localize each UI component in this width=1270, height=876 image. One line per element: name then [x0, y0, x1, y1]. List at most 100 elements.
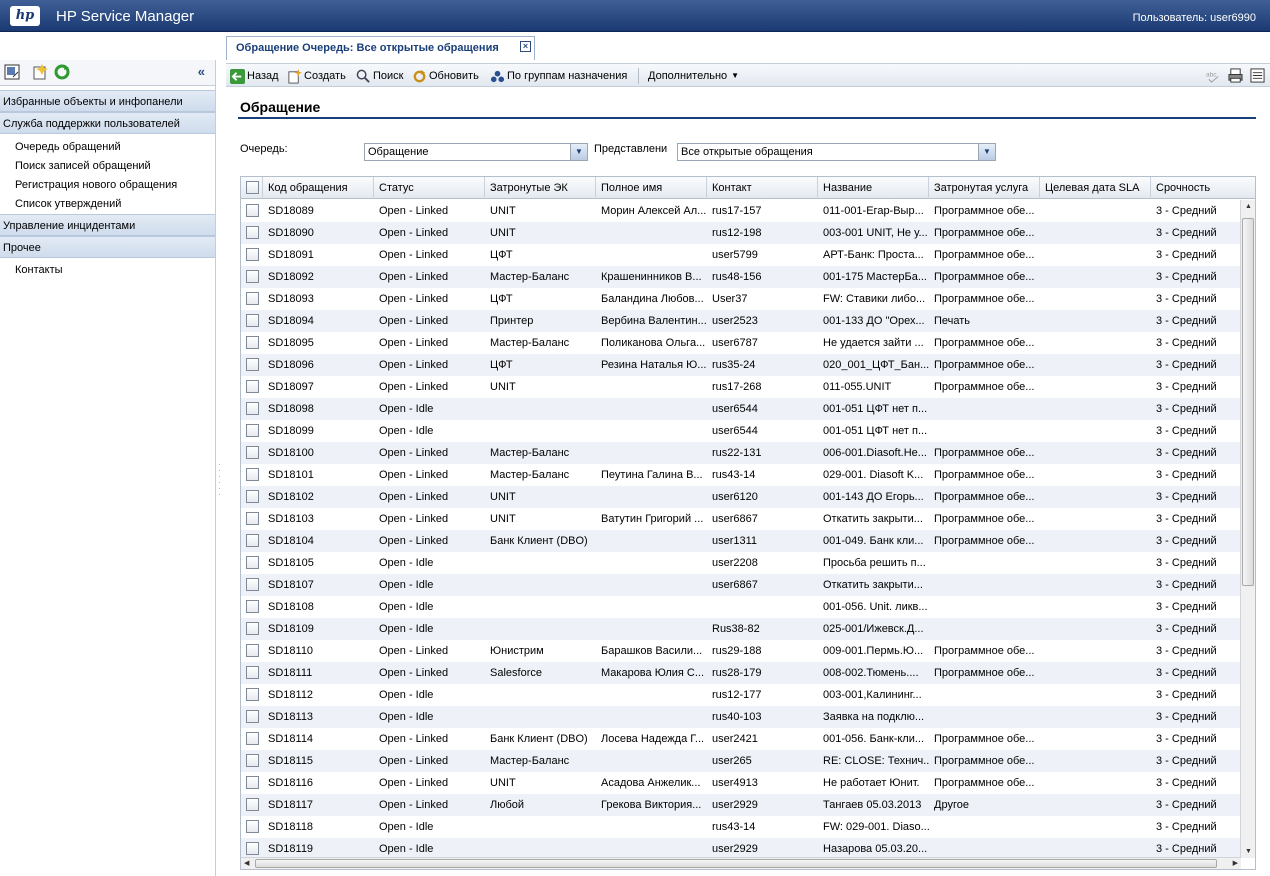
scroll-down-icon[interactable]: ▼ [1245, 848, 1252, 855]
row-checkbox[interactable] [246, 446, 259, 459]
column-header[interactable]: Контакт [707, 177, 818, 199]
scrollbar-thumb[interactable] [255, 859, 1217, 868]
more-menu-button[interactable]: Дополнительно ▼ [648, 68, 739, 84]
vertical-scrollbar[interactable]: ▲ ▼ [1240, 200, 1255, 858]
column-header[interactable]: Затронутая услуга [929, 177, 1040, 199]
chevron-down-icon[interactable]: ▼ [978, 144, 995, 160]
scroll-right-icon[interactable]: ▶ [1233, 859, 1238, 867]
row-checkbox[interactable] [246, 842, 259, 855]
section-favorites[interactable]: Избранные объекты и инфопанели [0, 90, 215, 112]
table-row[interactable]: SD18102 Open - Linked UNIT user6120 001-143 … [241, 486, 1241, 508]
table-row[interactable]: SD18114 Open - Linked Банк Клиент (DBO) Лос… [241, 728, 1241, 750]
table-row[interactable]: SD18094 Open - Linked Принтер Вербина Вален… [241, 310, 1241, 332]
search-button[interactable]: Поиск [356, 68, 403, 84]
table-row[interactable]: SD18092 Open - Linked Мастер-Баланс Крашени… [241, 266, 1241, 288]
row-checkbox[interactable] [246, 556, 259, 569]
nav-item-approvals[interactable]: Список утверждений [0, 195, 215, 214]
collapse-panel-icon[interactable]: « [198, 64, 205, 79]
table-row[interactable]: SD18099 Open - Idle user6544 001-051 ЦФТ не… [241, 420, 1241, 442]
select-all-checkbox[interactable] [246, 181, 259, 194]
row-checkbox[interactable] [246, 204, 259, 217]
back-button[interactable]: Назад [230, 68, 279, 84]
row-checkbox[interactable] [246, 776, 259, 789]
row-checkbox[interactable] [246, 270, 259, 283]
row-checkbox[interactable] [246, 798, 259, 811]
scrollbar-thumb[interactable] [1242, 218, 1254, 586]
row-checkbox[interactable] [246, 820, 259, 833]
table-row[interactable]: SD18097 Open - Linked UNIT rus17-268 011-055… [241, 376, 1241, 398]
row-checkbox[interactable] [246, 710, 259, 723]
column-header[interactable]: Статус [374, 177, 485, 199]
table-row[interactable]: SD18108 Open - Idle 001-056. Unit. ликв...… [241, 596, 1241, 618]
row-checkbox[interactable] [246, 292, 259, 305]
print-icon[interactable] [1228, 68, 1243, 83]
nav-item-contacts[interactable]: Контакты [0, 261, 215, 280]
view-select[interactable]: Все открытые обращения ▼ [677, 143, 996, 161]
queue-select[interactable]: Обращение ▼ [364, 143, 588, 161]
tab-queue[interactable]: Обращение Очередь: Все открытые обращени… [226, 36, 535, 60]
table-row[interactable]: SD18091 Open - Linked ЦФТ user5799 АРТ-Банк:… [241, 244, 1241, 266]
row-checkbox[interactable] [246, 578, 259, 591]
table-row[interactable]: SD18116 Open - Linked UNIT Асадова Анжелик.… [241, 772, 1241, 794]
nav-item-queue[interactable]: Очередь обращений [0, 138, 215, 157]
row-checkbox[interactable] [246, 490, 259, 503]
table-row[interactable]: SD18089 Open - Linked UNIT Морин Алексей Ал… [241, 200, 1241, 222]
row-checkbox[interactable] [246, 402, 259, 415]
table-row[interactable]: SD18112 Open - Idle rus12-177 003-001,Калин… [241, 684, 1241, 706]
table-row[interactable]: SD18096 Open - Linked ЦФТ Резина Наталья Ю.… [241, 354, 1241, 376]
refresh-icon[interactable] [54, 64, 70, 80]
row-checkbox[interactable] [246, 600, 259, 613]
close-icon[interactable]: × [520, 41, 531, 52]
scroll-up-icon[interactable]: ▲ [1245, 203, 1252, 210]
row-checkbox[interactable] [246, 732, 259, 745]
column-header[interactable]: Название [818, 177, 929, 199]
section-other[interactable]: Прочее [0, 236, 215, 258]
row-checkbox[interactable] [246, 534, 259, 547]
refresh-button[interactable]: Обновить [412, 68, 479, 84]
table-row[interactable]: SD18113 Open - Idle rus40-103 Заявка на под… [241, 706, 1241, 728]
table-row[interactable]: SD18104 Open - Linked Банк Клиент (DBO) use… [241, 530, 1241, 552]
row-checkbox[interactable] [246, 358, 259, 371]
table-row[interactable]: SD18115 Open - Linked Мастер-Баланс user265… [241, 750, 1241, 772]
list-view-icon[interactable] [1250, 68, 1265, 83]
table-row[interactable]: SD18095 Open - Linked Мастер-Баланс Поликан… [241, 332, 1241, 354]
row-checkbox[interactable] [246, 468, 259, 481]
chevron-down-icon[interactable]: ▼ [570, 144, 587, 160]
table-row[interactable]: SD18093 Open - Linked ЦФТ Баландина Любов..… [241, 288, 1241, 310]
column-header[interactable]: Затронутые ЭК [485, 177, 596, 199]
column-header[interactable]: Целевая дата SLA [1040, 177, 1151, 199]
table-row[interactable]: SD18090 Open - Linked UNIT rus12-198 003-001… [241, 222, 1241, 244]
row-checkbox[interactable] [246, 314, 259, 327]
table-row[interactable]: SD18098 Open - Idle user6544 001-051 ЦФТ не… [241, 398, 1241, 420]
row-checkbox[interactable] [246, 380, 259, 393]
row-checkbox[interactable] [246, 226, 259, 239]
row-checkbox[interactable] [246, 666, 259, 679]
table-row[interactable]: SD18103 Open - Linked UNIT Ватутин Григорий… [241, 508, 1241, 530]
table-row[interactable]: SD18117 Open - Linked Любой Грекова Виктори… [241, 794, 1241, 816]
table-row[interactable]: SD18110 Open - Linked Юнистрим Барашков Вас… [241, 640, 1241, 662]
table-row[interactable]: SD18101 Open - Linked Мастер-Баланс Пеутина… [241, 464, 1241, 486]
row-checkbox[interactable] [246, 644, 259, 657]
row-checkbox[interactable] [246, 688, 259, 701]
open-window-icon[interactable] [4, 64, 20, 80]
nav-item-search[interactable]: Поиск записей обращений [0, 157, 215, 176]
column-header[interactable]: Код обращения [263, 177, 374, 199]
splitter-handle[interactable]: · · · · · · [218, 461, 222, 502]
section-incident-management[interactable]: Управление инцидентами [0, 214, 215, 236]
section-service-desk[interactable]: Служба поддержки пользователей [0, 112, 215, 134]
row-checkbox[interactable] [246, 512, 259, 525]
table-row[interactable]: SD18118 Open - Idle rus43-14 FW: 029-001. D… [241, 816, 1241, 838]
by-groups-button[interactable]: По группам назначения [490, 68, 627, 84]
create-button[interactable]: Создать [287, 68, 346, 84]
horizontal-scrollbar[interactable]: ◀ ▶ [241, 857, 1241, 869]
table-row[interactable]: SD18105 Open - Idle user2208 Просьба решить… [241, 552, 1241, 574]
table-row[interactable]: SD18100 Open - Linked Мастер-Баланс rus22-1… [241, 442, 1241, 464]
row-checkbox[interactable] [246, 248, 259, 261]
column-header[interactable]: Срочность [1151, 177, 1255, 199]
row-checkbox[interactable] [246, 336, 259, 349]
nav-item-register[interactable]: Регистрация нового обращения [0, 176, 215, 195]
new-item-icon[interactable] [32, 64, 48, 80]
table-row[interactable]: SD18107 Open - Idle user6867 Откатить закры… [241, 574, 1241, 596]
row-checkbox[interactable] [246, 622, 259, 635]
row-checkbox[interactable] [246, 754, 259, 767]
